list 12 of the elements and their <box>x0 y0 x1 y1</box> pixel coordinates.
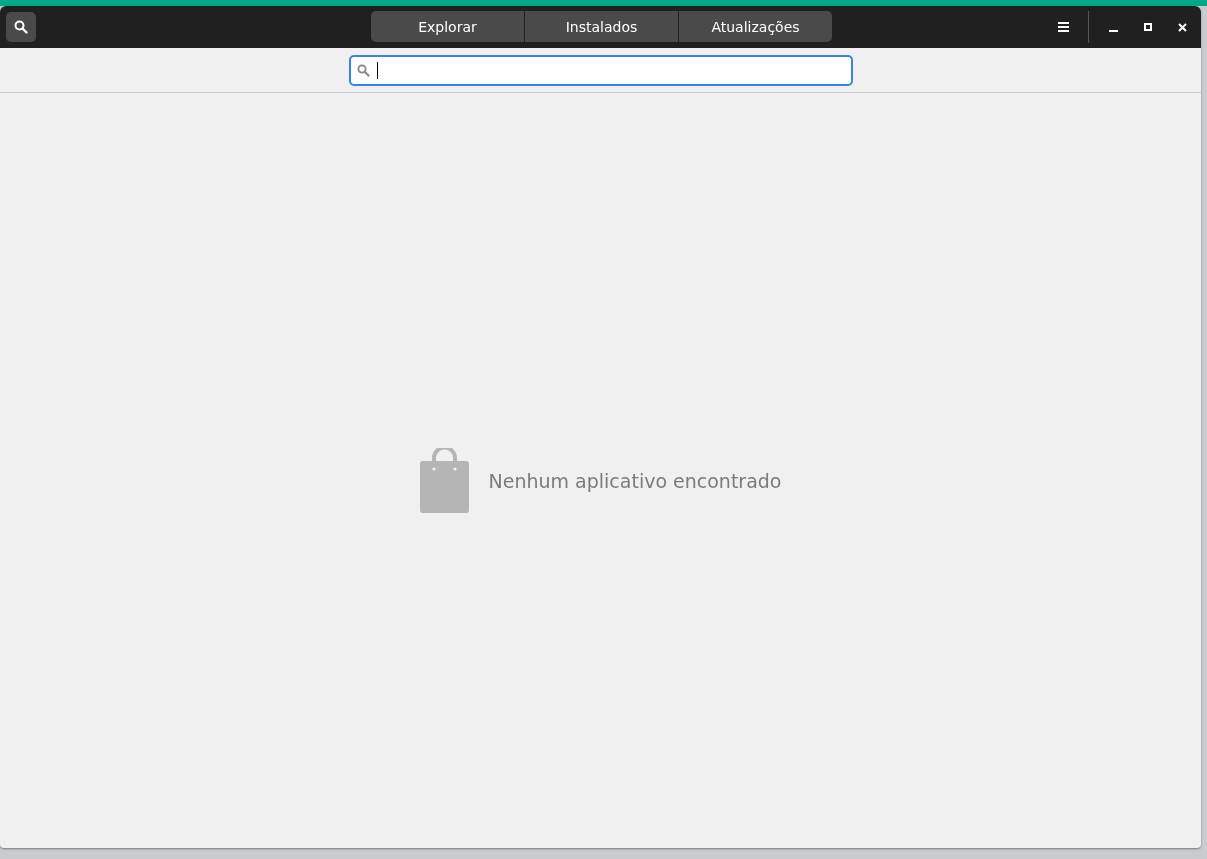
tab[interactable]: Atualizações <box>679 11 832 42</box>
shopping-bag-icon <box>419 448 469 513</box>
search-button[interactable] <box>6 12 36 42</box>
tab[interactable]: Instalados <box>525 11 678 42</box>
empty-message: Nenhum aplicativo encontrado <box>488 469 782 492</box>
tab[interactable]: Explorar <box>371 11 524 42</box>
search-icon <box>14 20 28 34</box>
search-icon <box>356 63 370 77</box>
maximize-icon[interactable] <box>1144 23 1152 31</box>
search-field[interactable] <box>348 54 853 86</box>
close-icon[interactable] <box>1178 22 1187 32</box>
menu-icon[interactable] <box>1058 22 1069 32</box>
